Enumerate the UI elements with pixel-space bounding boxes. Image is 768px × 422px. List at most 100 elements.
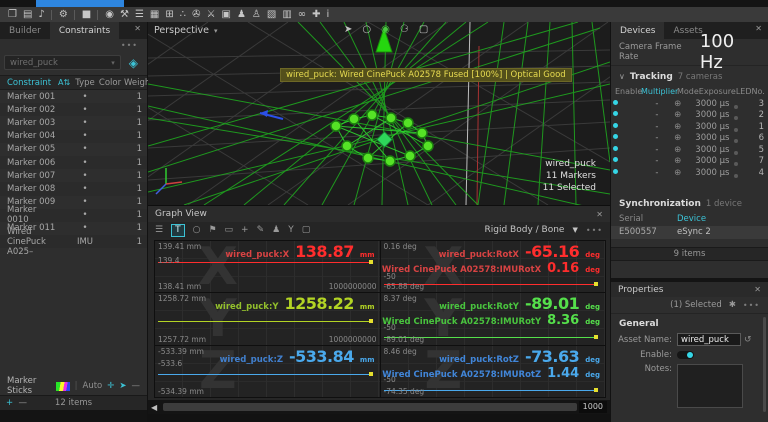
open-icon[interactable]: ❐ [5, 10, 20, 20]
column-device[interactable]: Device [677, 214, 706, 224]
link-icon[interactable]: ✇ [189, 10, 203, 20]
camera-row[interactable]: - ⊕ 3000 µs 1 [611, 121, 768, 133]
graph-h-scrollbar[interactable]: ◀ 1000 [148, 400, 610, 414]
camera-column-header[interactable]: LED [736, 87, 752, 96]
constraint-row[interactable]: Marker 005 • 1 [0, 143, 147, 156]
tab-devices[interactable]: Devices [611, 22, 664, 39]
panel-menu-dots[interactable]: ••• [0, 39, 147, 53]
mode-icon[interactable]: ⊕ [674, 133, 695, 143]
multiplier-value[interactable]: - [640, 110, 674, 120]
properties-menu-dots[interactable]: ••• [743, 301, 760, 310]
frame-region-icon[interactable]: ▢ [302, 225, 311, 236]
actor-icon[interactable]: ♟ [272, 225, 280, 236]
graph-panel[interactable]: Y 1258.72 mm wired_puck:Y 1258.22 mm [155, 293, 380, 344]
filter-icon[interactable]: Y [288, 225, 294, 236]
constraint-row[interactable]: Marker 008 • 1 [0, 182, 147, 195]
multiplier-value[interactable]: - [640, 122, 674, 132]
skeleton-alt-icon[interactable]: ♙ [249, 10, 264, 20]
visibility-tool-icon[interactable]: ◉ [381, 24, 390, 35]
add-icon[interactable]: ✚ [309, 10, 323, 20]
layers-icon[interactable]: ☰ [132, 10, 147, 20]
text-overlay-icon[interactable]: T [171, 224, 185, 237]
mode-icon[interactable]: ⊕ [674, 156, 695, 166]
graph-panel[interactable]: Z 8.46 deg -50 wired_puck:RotZ -73.63 de… [381, 346, 606, 397]
constraint-row[interactable]: Wired CinePuck A025– IMU 1 [0, 235, 147, 248]
camera-row[interactable]: - ⊕ 3000 µs 2 [611, 110, 768, 122]
rigid-body-cube-icon[interactable]: ◈ [124, 56, 143, 70]
exposure-value[interactable]: 3000 µs [695, 99, 733, 109]
pin-icon[interactable]: ⚑ [208, 225, 216, 236]
graph-panel[interactable]: X 0.16 deg -50 wired_puck:RotX -65.16 de… [381, 241, 606, 292]
exposure-value[interactable]: 3000 µs [695, 110, 733, 120]
close-icon[interactable]: ✕ [754, 285, 761, 294]
share-icon[interactable]: ∴ [177, 10, 189, 20]
notes-textarea[interactable] [677, 364, 743, 408]
table-icon[interactable]: ⊞ [162, 10, 176, 20]
zoom-tool-icon[interactable]: ○ [362, 24, 371, 35]
calibration-icon[interactable]: ⚒ [117, 10, 132, 20]
exposure-value[interactable]: 3000 µs [695, 168, 733, 178]
card-icon[interactable]: ▥ [279, 10, 294, 20]
scrollbar-thumb[interactable] [163, 403, 577, 411]
camera-row[interactable]: - ⊕ 3000 µs 3 [611, 98, 768, 110]
cursor-tool-icon[interactable]: ➤ [344, 24, 352, 35]
chevron-down-icon[interactable]: ▼ [572, 226, 577, 234]
info-icon[interactable]: i [324, 10, 333, 20]
constraint-row[interactable]: Marker 004 • 1 [0, 130, 147, 143]
collapse-dash-icon[interactable]: — [132, 381, 141, 391]
delete-icon[interactable]: ▭ [225, 225, 234, 236]
scroll-left-icon[interactable]: ◀ [151, 403, 161, 412]
close-icon[interactable]: ✕ [128, 22, 147, 39]
view-mode-label[interactable]: Perspective [154, 25, 209, 36]
constraint-row[interactable]: Marker 006 • 1 [0, 156, 147, 169]
archive-icon[interactable]: ▦ [147, 10, 162, 20]
settings-icon[interactable]: ⚙ [51, 10, 71, 20]
tab-constraints[interactable]: Constraints [50, 22, 119, 39]
expand-icon[interactable]: ✛ [107, 381, 114, 391]
mode-icon[interactable]: ⊕ [674, 168, 695, 178]
edit-icon[interactable]: ✎ [257, 225, 265, 236]
general-section-label[interactable]: General [611, 314, 768, 331]
mode-icon[interactable]: ⊕ [674, 110, 695, 120]
auto-label[interactable]: Auto [83, 381, 103, 391]
graph-panel[interactable]: X 139.41 mm 139.4 wired_puck:X 138.87 mm [155, 241, 380, 292]
exposure-value[interactable]: 3000 µs [695, 122, 733, 132]
exposure-value[interactable]: 3000 µs [695, 133, 733, 143]
follow-tool-icon[interactable]: ⚆ [400, 24, 409, 35]
camera-column-header[interactable]: Exposure [699, 87, 736, 96]
constraint-row[interactable]: Marker 001 • 1 [0, 90, 147, 103]
multiplier-value[interactable]: - [640, 145, 674, 155]
curve-list-icon[interactable]: ☰ [155, 225, 163, 236]
camera-column-header[interactable]: Enable [615, 87, 641, 96]
column-serial[interactable]: Serial [619, 214, 677, 224]
exposure-value[interactable]: 3000 µs [695, 156, 733, 166]
graph-panel[interactable]: Z -533.39 mm -533.6 wired_puck:Z -533.84… [155, 346, 380, 397]
lock-icon[interactable]: ✱ [729, 300, 736, 310]
camera-icon[interactable]: ◉ [97, 10, 117, 20]
skeleton-icon[interactable]: ♟ [234, 10, 249, 20]
asset-name-input[interactable]: wired_puck [677, 333, 741, 346]
camera-row[interactable]: - ⊕ 3000 µs 6 [611, 133, 768, 145]
column-color[interactable]: Color [96, 78, 124, 88]
reset-icon[interactable]: ↺ [744, 335, 752, 345]
loop-icon[interactable]: ∞ [295, 10, 309, 20]
sync-section-header[interactable]: Synchronization 1 device [611, 193, 768, 212]
stop-icon[interactable]: ■ [74, 10, 94, 20]
camera-row[interactable]: - ⊕ 3000 µs 7 [611, 156, 768, 168]
exposure-value[interactable]: 3000 µs [695, 145, 733, 155]
graph-menu-dots[interactable]: ••• [586, 226, 603, 235]
properties-scrollbar[interactable] [763, 317, 766, 412]
export-icon[interactable]: ♪ [35, 10, 47, 20]
active-menu-highlight[interactable] [36, 0, 124, 7]
constraint-row[interactable]: Marker 0010 • 1 [0, 209, 147, 222]
column-constraint[interactable]: Constraint [0, 78, 58, 88]
zoom-graph-icon[interactable]: ○ [193, 225, 201, 236]
viewport-3d[interactable]: Perspective ▾ ➤ ○ ◉ ⚆ ▢ wired_puck: Wire… [148, 22, 610, 205]
graph-mode-select[interactable]: Rigid Body / Bone [485, 225, 565, 235]
multiplier-value[interactable]: - [640, 168, 674, 178]
multiplier-value[interactable]: - [640, 156, 674, 166]
marker-sticks-color-swatch[interactable] [56, 382, 70, 391]
column-type[interactable]: Type [74, 78, 96, 88]
mode-icon[interactable]: ⊕ [674, 122, 695, 132]
camera-column-header[interactable]: Mode [677, 87, 699, 96]
